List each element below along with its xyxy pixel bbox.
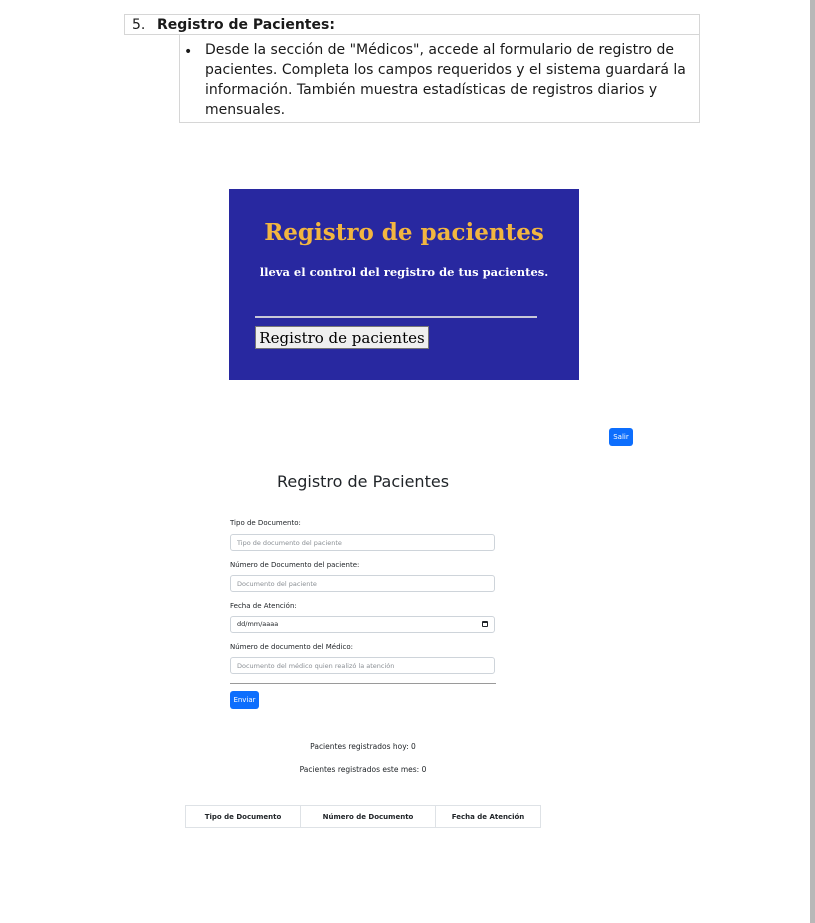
list-item-title: Registro de Pacientes:	[157, 17, 335, 33]
banner-register-button[interactable]: Registro de pacientes	[255, 326, 429, 349]
date-label: Fecha de Atención:	[230, 602, 297, 610]
calendar-icon[interactable]	[482, 621, 488, 627]
submit-button[interactable]: Enviar	[230, 691, 259, 709]
doctor-doc-label: Número de documento del Médico:	[230, 643, 353, 651]
date-input-value: dd/mm/aaaa	[237, 620, 279, 628]
banner-title: Registro de pacientes	[264, 219, 544, 246]
banner-image: Registro de pacientes lleva el control d…	[229, 189, 579, 380]
logout-button[interactable]: Salir	[609, 428, 633, 446]
doc-number-input[interactable]	[230, 575, 495, 592]
doc-number-label: Número de Documento del paciente:	[230, 561, 360, 569]
table-header-doc-number: Número de Documento	[300, 805, 436, 828]
bullet-text: Desde la sección de "Médicos", accede al…	[205, 42, 686, 118]
banner-divider	[255, 316, 537, 318]
doctor-doc-input[interactable]	[230, 657, 495, 674]
list-item-number: 5.	[132, 17, 146, 33]
patients-table: Tipo de Documento Número de Documento Fe…	[185, 805, 541, 828]
stat-today: Pacientes registrados hoy: 0	[310, 742, 416, 751]
page-edge-bar	[810, 0, 815, 923]
banner-subtitle: lleva el control del registro de tus pac…	[259, 265, 549, 279]
table-header-row: Tipo de Documento Número de Documento Fe…	[185, 805, 541, 828]
date-input[interactable]: dd/mm/aaaa	[230, 616, 495, 633]
bullet-icon: •	[184, 44, 193, 60]
table-header-date: Fecha de Atención	[435, 805, 541, 828]
table-header-doc-type: Tipo de Documento	[185, 805, 301, 828]
doc-type-label: Tipo de Documento:	[230, 519, 301, 527]
page-title: Registro de Pacientes	[276, 472, 450, 491]
stat-month: Pacientes registrados este mes: 0	[299, 765, 427, 774]
doc-type-input[interactable]	[230, 534, 495, 551]
form-divider	[230, 683, 496, 684]
